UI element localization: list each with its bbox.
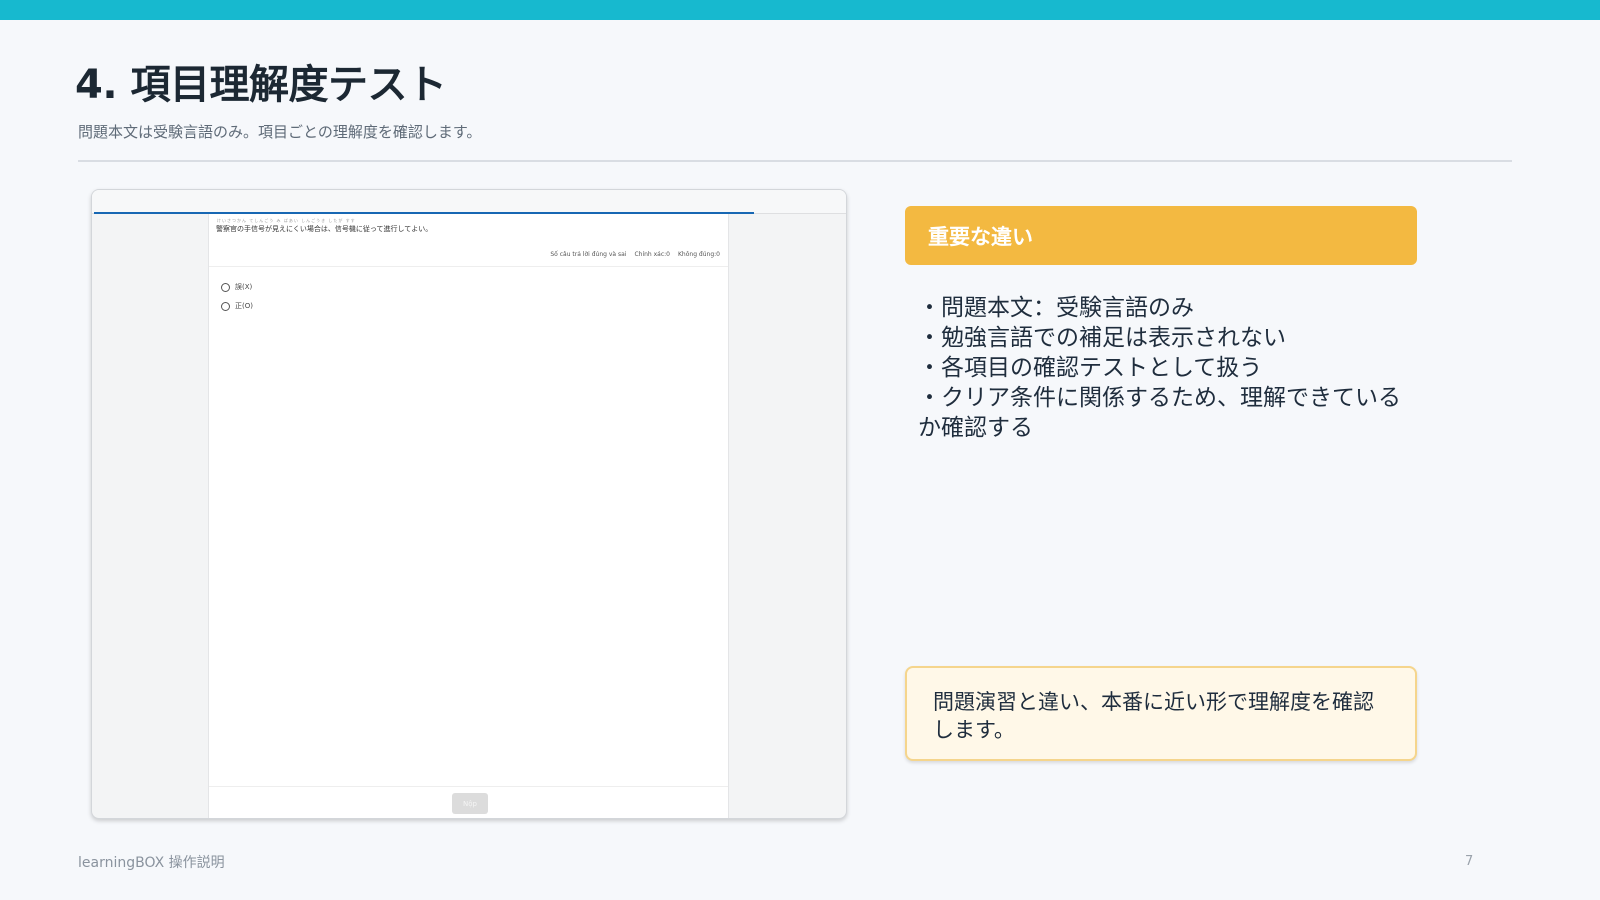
top-accent-bar	[0, 0, 1600, 20]
quiz-panel: けいさつかん てしんごう み ばあい しんごうき したが すす 警察官の手信号が…	[208, 214, 729, 818]
footer-brand: learningBOX 操作説明	[78, 855, 225, 871]
page-number: 7	[1465, 854, 1474, 869]
option-label: 誤(X)	[235, 283, 253, 291]
bullet-item: ・勉強言語での補足は表示されない	[918, 325, 1286, 351]
stat-correct: Chính xác:0	[634, 251, 670, 258]
submit-button[interactable]: Nộp	[452, 793, 488, 814]
radio-icon[interactable]	[221, 282, 230, 292]
option-false[interactable]: 誤(X)	[221, 282, 252, 292]
question-divider	[209, 266, 728, 267]
question-text: 警察官の手信号が見えにくい場合は、信号機に従って進行してよい。	[216, 225, 433, 233]
radio-icon[interactable]	[221, 301, 230, 311]
bullet-item: ・問題本文：受験言語のみ	[918, 295, 1194, 321]
page-subtitle: 問題本文は受験言語のみ。項目ごとの理解度を確認します。	[78, 123, 482, 141]
bullet-item: ・クリア条件に関係するため、理解できているか確認する	[918, 385, 1401, 441]
page-title: 4. 項目理解度テスト	[75, 62, 447, 108]
quiz-header-bar	[92, 190, 846, 214]
title-divider	[78, 160, 1512, 162]
bullet-item: ・各項目の確認テストとして扱う	[918, 355, 1263, 381]
callout-heading: 重要な違い	[905, 206, 1417, 265]
quiz-screenshot: けいさつかん てしんごう み ばあい しんごうき したが すす 警察官の手信号が…	[91, 189, 847, 819]
note-box: 問題演習と違い、本番に近い形で理解度を確認します。	[905, 666, 1417, 761]
stat-wrong: Không đúng:0	[678, 251, 720, 258]
option-true[interactable]: 正(O)	[221, 301, 253, 311]
footer-divider	[209, 786, 728, 787]
option-label: 正(O)	[235, 302, 253, 310]
quiz-stats: Số câu trả lời đúng và sai Chính xác:0 K…	[550, 251, 720, 258]
bullet-list: ・問題本文：受験言語のみ ・勉強言語での補足は表示されない ・各項目の確認テスト…	[918, 293, 1418, 443]
stat-answered: Số câu trả lời đúng và sai	[550, 251, 627, 258]
